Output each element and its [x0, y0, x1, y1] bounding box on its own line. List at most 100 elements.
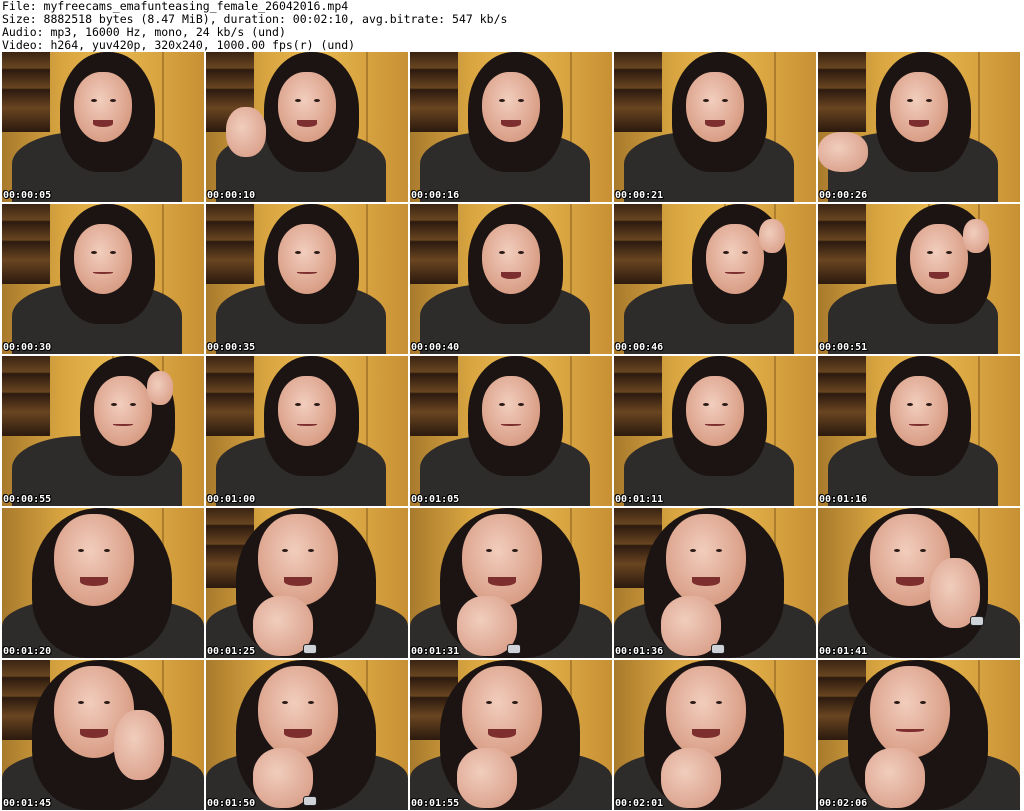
- mouth: [500, 271, 522, 279]
- mouth: [691, 728, 721, 738]
- video-thumbnail: 00:01:41: [818, 508, 1020, 658]
- mouth: [691, 576, 721, 586]
- face: [462, 514, 542, 606]
- hand: [865, 748, 925, 808]
- video-thumbnail: 00:02:01: [614, 660, 816, 810]
- video-thumbnail: 00:01:50: [206, 660, 408, 810]
- eye: [715, 700, 722, 704]
- timestamp-label: 00:01:11: [615, 494, 664, 505]
- mouth: [487, 576, 517, 586]
- eye: [927, 250, 934, 254]
- video-thumbnail: 00:00:21: [614, 52, 816, 202]
- eye: [721, 402, 728, 406]
- hand: [661, 748, 721, 808]
- video-thumbnail: 00:01:31: [410, 508, 612, 658]
- eye: [894, 548, 900, 552]
- shelf: [614, 356, 662, 436]
- hand: [114, 710, 164, 780]
- face: [482, 376, 540, 446]
- file-info-header: File: myfreecams_emafunteasing_female_26…: [2, 0, 507, 52]
- eye: [313, 98, 320, 102]
- eye: [703, 98, 710, 102]
- face: [686, 72, 744, 142]
- eye: [907, 98, 914, 102]
- timestamp-label: 00:01:25: [207, 646, 256, 657]
- eye: [111, 402, 118, 406]
- eye: [91, 98, 98, 102]
- eye: [103, 548, 110, 552]
- thumbnail-grid: 00:00:05 00:00:10 00:00:16 00:00:21 00:00:26…: [2, 52, 1022, 811]
- mouth: [79, 728, 109, 738]
- eye: [78, 548, 84, 552]
- eye: [723, 250, 730, 254]
- face: [278, 224, 336, 294]
- video-thumbnail: 00:01:36: [614, 508, 816, 658]
- eye: [499, 98, 506, 102]
- mouth: [908, 119, 930, 127]
- eye: [282, 548, 288, 552]
- eye: [945, 250, 952, 254]
- timestamp-label: 00:02:01: [615, 798, 664, 809]
- shelf: [614, 204, 662, 284]
- face: [870, 666, 950, 758]
- shelf: [818, 204, 866, 284]
- mouth: [79, 576, 109, 586]
- hand: [963, 219, 989, 253]
- eye: [307, 700, 314, 704]
- eye: [690, 700, 696, 704]
- video-thumbnail: 00:01:11: [614, 356, 816, 506]
- eye: [741, 250, 748, 254]
- timestamp-label: 00:00:55: [3, 494, 52, 505]
- eye: [103, 700, 110, 704]
- face: [94, 376, 152, 446]
- video-thumbnail: 00:01:20: [2, 508, 204, 658]
- shelf: [410, 356, 458, 436]
- video-thumbnail: 00:01:25: [206, 508, 408, 658]
- eye: [129, 402, 136, 406]
- face: [74, 224, 132, 294]
- eye: [517, 98, 524, 102]
- wristwatch: [970, 616, 984, 626]
- timestamp-label: 00:01:05: [411, 494, 460, 505]
- mouth: [487, 728, 517, 738]
- eye: [307, 548, 314, 552]
- timestamp-label: 00:00:46: [615, 342, 664, 353]
- timestamp-label: 00:01:31: [411, 646, 460, 657]
- eye: [78, 700, 84, 704]
- timestamp-label: 00:01:36: [615, 646, 664, 657]
- eye: [517, 250, 524, 254]
- video-thumbnail: 00:01:16: [818, 356, 1020, 506]
- mouth: [283, 576, 313, 586]
- timestamp-label: 00:01:45: [3, 798, 52, 809]
- face: [258, 514, 338, 606]
- hand: [226, 107, 266, 157]
- face: [686, 376, 744, 446]
- eye: [295, 402, 302, 406]
- face: [278, 376, 336, 446]
- timestamp-label: 00:00:10: [207, 190, 256, 201]
- eye: [721, 98, 728, 102]
- timestamp-label: 00:00:16: [411, 190, 460, 201]
- video-thumbnail: 00:00:30: [2, 204, 204, 354]
- timestamp-label: 00:02:06: [819, 798, 868, 809]
- wristwatch: [303, 796, 317, 806]
- shelf: [2, 204, 50, 284]
- eye: [894, 700, 900, 704]
- eye: [690, 548, 696, 552]
- eye: [313, 250, 320, 254]
- timestamp-label: 00:01:20: [3, 646, 52, 657]
- mouth: [928, 271, 950, 279]
- video-thumbnail: 00:00:55: [2, 356, 204, 506]
- video-thumbnail: 00:01:55: [410, 660, 612, 810]
- eye: [486, 548, 492, 552]
- eye: [715, 548, 722, 552]
- face: [54, 514, 134, 606]
- face: [482, 72, 540, 142]
- video-thumbnail: 00:01:45: [2, 660, 204, 810]
- eye: [517, 402, 524, 406]
- eye: [91, 250, 98, 254]
- eye: [919, 700, 926, 704]
- wristwatch: [303, 644, 317, 654]
- timestamp-label: 00:01:16: [819, 494, 868, 505]
- video-thumbnail: 00:01:00: [206, 356, 408, 506]
